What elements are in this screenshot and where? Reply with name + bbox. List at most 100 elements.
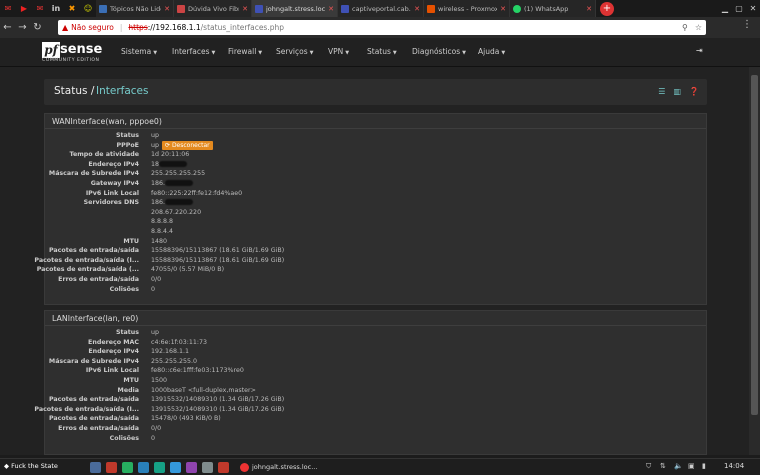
reload-icon[interactable]: ↻	[30, 17, 45, 38]
chat-icon[interactable]: ✖	[64, 0, 80, 17]
row-label: Pacotes de entrada/saída	[48, 415, 139, 423]
menu-diagnosticos[interactable]: Diagnósticos ▼	[412, 47, 466, 56]
network-icon[interactable]: ⇅	[660, 462, 666, 470]
row-value: c4:6e:1f:03:11:73	[151, 338, 207, 346]
row-label: Status	[115, 329, 139, 336]
browser-menu-icon[interactable]: ⋮	[742, 19, 752, 30]
breadcrumb-status[interactable]: Status /	[54, 85, 94, 97]
gmail-icon[interactable]: ✉	[0, 0, 16, 17]
taskbar-window-chrome[interactable]: johngalt.stress.loc...	[240, 461, 317, 474]
maximize-icon[interactable]: ▢	[732, 0, 746, 17]
menu-sistema[interactable]: Sistema ▼	[121, 47, 157, 56]
interface-row: Endereço IPv4 18	[45, 160, 708, 170]
youtube-icon[interactable]: ▶	[16, 0, 32, 17]
app-icon[interactable]	[218, 462, 229, 473]
interface-row: Colisões 0	[45, 434, 708, 444]
menu-ajuda[interactable]: Ajuda ▼	[478, 47, 505, 56]
menu-interfaces[interactable]: Interfaces ▼	[172, 47, 215, 56]
close-tab-icon[interactable]: ✕	[586, 5, 592, 13]
lan-interface-panel: LANInterface(lan, re0) Status up Endereço …	[34, 310, 708, 455]
settings-sliders-icon[interactable]: ☰	[658, 87, 665, 96]
row-label: Pacotes de entrada/saída	[48, 396, 139, 404]
page-scrollbar[interactable]	[749, 67, 760, 455]
row-value: 1500	[151, 377, 168, 384]
interface-row: Pacotes de entrada/saída 15588396/1511386…	[45, 246, 708, 256]
help-icon[interactable]: ❓	[689, 87, 699, 96]
volume-icon[interactable]: 🔈	[674, 462, 683, 470]
row-value: fe80::c6e:1fff:fe03:1173%re0	[151, 367, 244, 375]
row-value: 1480	[151, 237, 168, 245]
browser-tab-active[interactable]: johngalt.stress.loc ✕	[252, 0, 338, 17]
back-icon[interactable]: ←	[0, 17, 15, 38]
close-tab-icon[interactable]: ✕	[414, 5, 420, 13]
browser-tab[interactable]: Dúvida Vivo Fibra✕	[174, 0, 252, 17]
row-label: Pacotes de entrada/saída (I...	[34, 405, 139, 413]
browser-tab[interactable]: Tópicos Não Lidos✕	[96, 0, 174, 17]
row-label: Endereço MAC	[88, 338, 139, 346]
row-label: Endereço IPv4	[88, 348, 139, 356]
interface-row: MTU 1480	[45, 237, 708, 247]
bookmark-star-icon[interactable]: ☆	[695, 23, 702, 32]
breadcrumb: Status / Interfaces ☰ ▥ ❓	[44, 79, 707, 105]
row-value: 0/0	[151, 276, 162, 283]
mail-icon[interactable]: ✉	[32, 0, 48, 17]
close-tab-icon[interactable]: ✕	[164, 5, 170, 13]
window-close-icon[interactable]: ✕	[746, 0, 760, 17]
address-bar[interactable]: ▲ Não seguro | https ://192.168.1.1 /sta…	[58, 20, 706, 35]
row-label: MTU	[123, 377, 139, 384]
menu-vpn[interactable]: VPN ▼	[328, 47, 349, 56]
tab-favicon-icon	[99, 4, 107, 13]
row-label: Pacotes de entrada/saída	[48, 247, 139, 255]
battery-icon[interactable]: ▮	[702, 462, 706, 470]
row-value: 255.255.255.255	[151, 170, 206, 178]
files-icon[interactable]	[90, 462, 101, 473]
interface-row: Status up	[45, 328, 708, 338]
browser-tab[interactable]: captiveportal.cab. ✕	[338, 0, 424, 17]
security-label[interactable]: Não seguro	[71, 23, 114, 32]
row-label: Colisões	[109, 285, 139, 293]
redacted-value	[165, 199, 194, 206]
app-icon[interactable]	[202, 462, 213, 473]
panel-title: WANInterface(wan, pppoe0)	[45, 114, 706, 129]
menu-firewall[interactable]: Firewall ▼	[228, 47, 262, 56]
app-icon[interactable]	[186, 462, 197, 473]
menu-status[interactable]: Status ▼	[367, 47, 397, 56]
row-value: 47055/0 (5.57 MiB/0 B)	[151, 266, 225, 274]
app-icon[interactable]	[154, 462, 165, 473]
smile-icon[interactable]: ☺	[80, 0, 96, 17]
browser-tab[interactable]: (1) WhatsApp ✕	[510, 0, 596, 17]
close-tab-icon[interactable]: ✕	[500, 5, 506, 13]
app-icon[interactable]	[170, 462, 181, 473]
page-title: Interfaces	[96, 85, 149, 97]
pfsense-logo[interactable]: pf sense COMMUNITY EDITION	[42, 42, 104, 64]
app-icon[interactable]	[122, 462, 133, 473]
disconnect-button[interactable]: ⟳ Desconectar	[162, 140, 213, 150]
logout-icon[interactable]: ⇥	[696, 46, 703, 55]
forward-icon[interactable]: →	[15, 17, 30, 38]
scrollbar-thumb[interactable]	[751, 75, 758, 415]
new-tab-button[interactable]: +	[600, 1, 614, 16]
linkedin-icon[interactable]: in	[48, 0, 64, 17]
zoom-icon[interactable]: ⚲	[682, 23, 688, 32]
close-tab-icon[interactable]: ✕	[328, 5, 334, 13]
row-label: Endereço IPv4	[88, 160, 139, 168]
app-icon[interactable]	[106, 462, 117, 473]
row-value: 15588396/15113867 (18.61 GiB/1.69 GiB)	[151, 247, 285, 255]
interface-row: Máscara de Subrede IPv4 255.255.255.255	[45, 169, 708, 179]
interface-row: 8.8.8.8	[45, 217, 708, 227]
row-label: Status	[115, 132, 139, 139]
bar-chart-icon[interactable]: ▥	[673, 87, 681, 96]
shield-icon[interactable]: ⛉	[646, 462, 651, 471]
app-icon[interactable]	[138, 462, 149, 473]
url-separator: |	[119, 23, 123, 32]
browser-tab[interactable]: wireless - Proxmox ✕	[424, 0, 510, 17]
warning-icon[interactable]: ▲	[62, 23, 68, 32]
chrome-icon	[240, 462, 249, 472]
start-menu-button[interactable]: ◆ Fuck the State	[4, 462, 58, 470]
interface-row: IPv6 Link Local fe80::225:22ff:fe12:fd4%a…	[45, 189, 708, 199]
notification-icon[interactable]: ▣	[688, 462, 695, 470]
minimize-icon[interactable]: ▁	[718, 0, 732, 17]
menu-servicos[interactable]: Serviços ▼	[276, 47, 313, 56]
row-value: 0/0	[151, 425, 162, 432]
close-tab-icon[interactable]: ✕	[242, 5, 248, 13]
